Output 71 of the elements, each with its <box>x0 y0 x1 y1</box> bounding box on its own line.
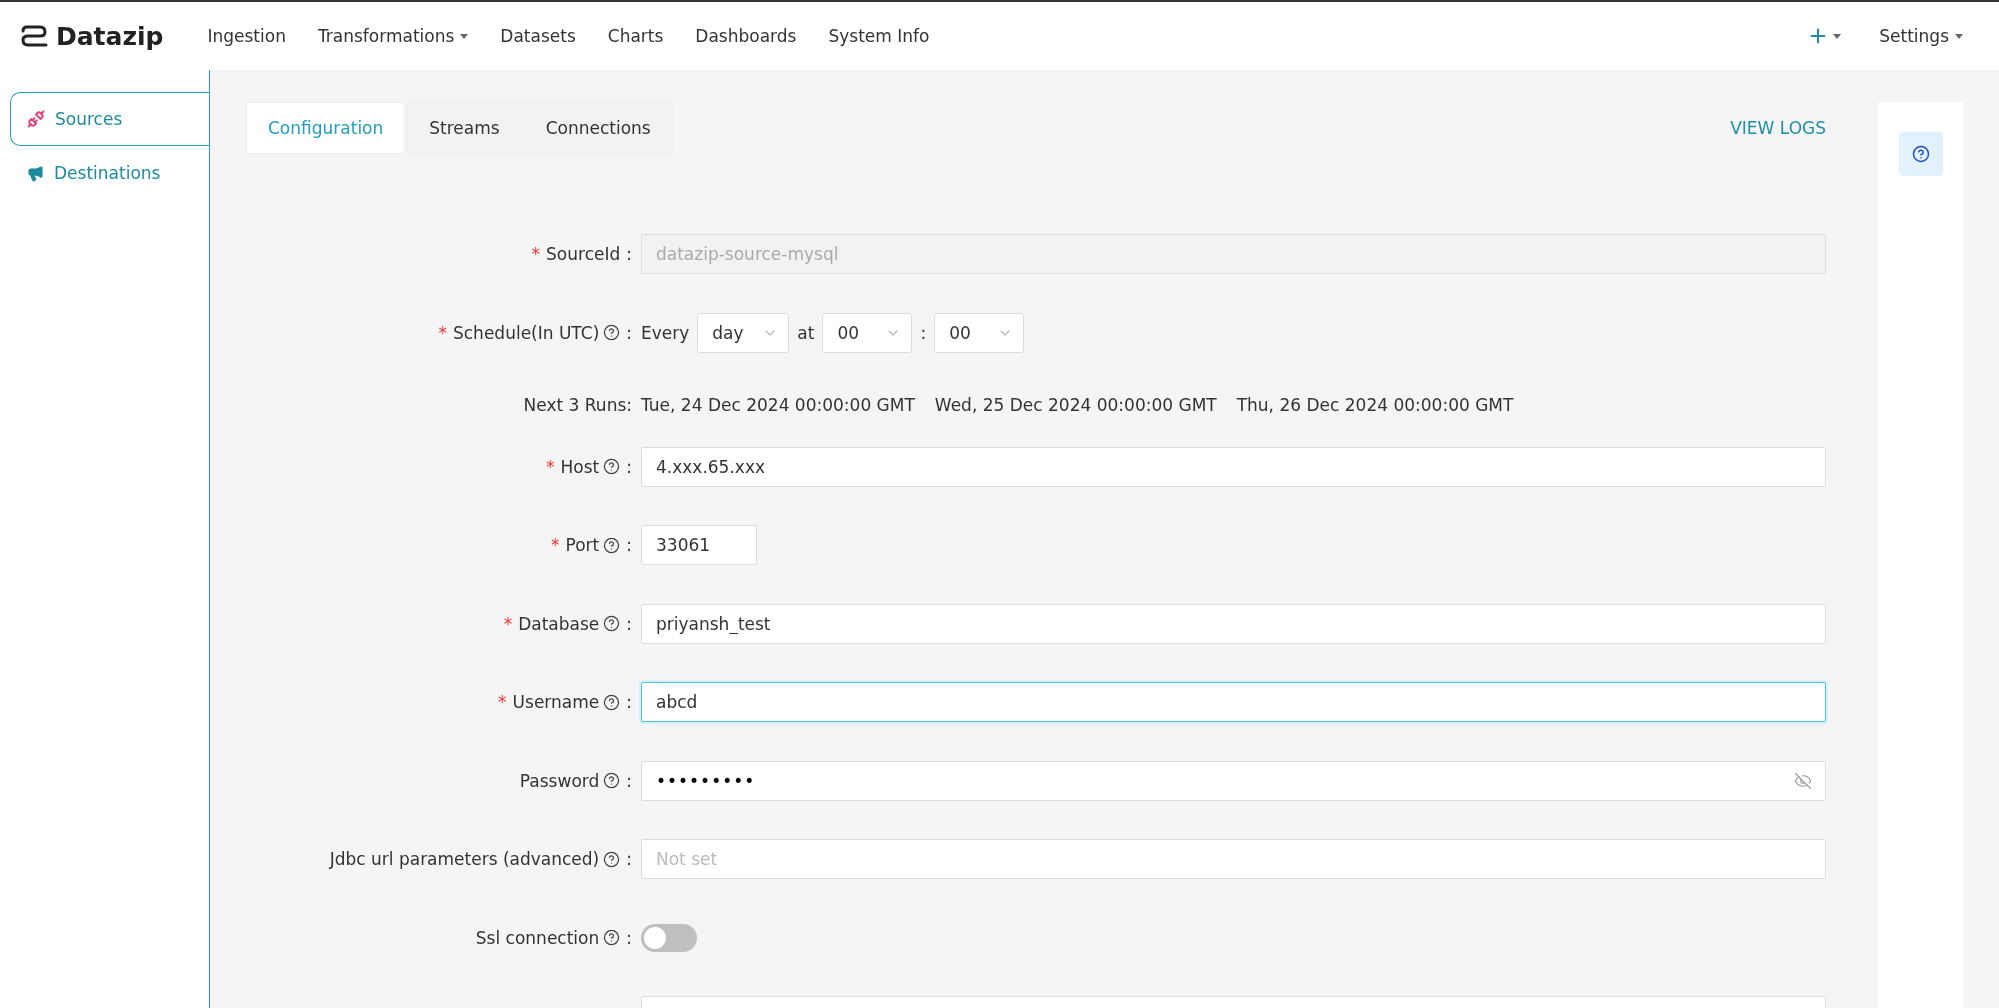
colon: : <box>626 244 632 264</box>
caret-icon <box>1833 33 1842 39</box>
text-field[interactable]: 4.xxx.65.xxx <box>641 446 1826 487</box>
schedule-text: at <box>797 322 815 343</box>
schedule-text: Every <box>641 322 690 343</box>
text-field[interactable]: Not set <box>641 839 1826 879</box>
colon: : <box>626 692 632 712</box>
required-mark: * <box>546 456 555 477</box>
field-label: Password <box>519 770 600 791</box>
hour-select[interactable]: 00 <box>822 312 913 353</box>
colon: : <box>626 849 632 869</box>
nav-link[interactable]: System Info <box>812 26 946 46</box>
separator: : <box>920 322 927 343</box>
nav-link[interactable]: Transformations <box>301 26 485 46</box>
help-icon[interactable] <box>603 615 621 632</box>
help-icon[interactable] <box>603 536 621 554</box>
help-icon[interactable] <box>603 458 621 475</box>
eye-off-icon[interactable] <box>1794 771 1812 790</box>
nav-link[interactable]: Datasets <box>484 26 592 46</box>
run-time: Tue, 24 Dec 2024 00:00:00 GMT <box>641 395 915 415</box>
field-label: Database <box>518 613 600 634</box>
field-label: Schedule(In UTC) <box>453 322 600 343</box>
field-label: Username <box>512 692 600 712</box>
caret-icon <box>1955 33 1963 39</box>
run-time: Thu, 26 Dec 2024 00:00:00 GMT <box>1236 395 1514 415</box>
colon: : <box>626 770 632 791</box>
field-label: Host <box>560 456 600 477</box>
nav-link[interactable]: Ingestion <box>191 26 302 46</box>
required-mark: * <box>551 535 560 555</box>
tab[interactable]: Streams <box>408 103 521 153</box>
colon: : <box>626 927 632 948</box>
required-mark: * <box>503 613 513 634</box>
field-label: Port <box>565 535 600 555</box>
sidebar-item[interactable]: Sources <box>10 92 209 146</box>
run-time: Wed, 25 Dec 2024 00:00:00 GMT <box>934 395 1217 415</box>
help-button[interactable] <box>1898 132 1943 176</box>
nav-link[interactable]: Charts <box>591 26 680 46</box>
text-field[interactable]: 33061 <box>641 525 757 565</box>
required-mark: * <box>498 692 507 712</box>
settings-menu[interactable]: Settings <box>1863 26 1979 46</box>
view-logs-link[interactable]: VIEW LOGS <box>1730 118 1826 138</box>
caret-icon <box>460 33 469 39</box>
field-label: Ssl connection <box>475 927 600 948</box>
minute-select[interactable]: 00 <box>934 312 1025 353</box>
field-label: SourceId <box>546 244 621 264</box>
colon: : <box>626 456 632 477</box>
period-select[interactable]: day <box>697 312 790 353</box>
colon: : <box>626 322 632 343</box>
field-label: Jdbc url parameters (advanced) <box>329 849 600 869</box>
required-mark: * <box>531 244 541 264</box>
field-label: Next 3 Runs: <box>523 395 632 415</box>
help-icon[interactable] <box>603 929 621 946</box>
sidebar-item[interactable]: Destinations <box>10 146 209 200</box>
tab[interactable]: Connections <box>524 103 672 153</box>
text-field[interactable]: abcd <box>641 682 1826 722</box>
toggle-switch[interactable] <box>641 923 697 952</box>
colon: : <box>626 613 632 634</box>
help-icon[interactable] <box>603 850 621 868</box>
required-mark: * <box>438 322 447 343</box>
colon: : <box>626 535 632 555</box>
plug-icon <box>27 110 45 128</box>
nav-link[interactable]: Dashboards <box>679 26 813 46</box>
help-icon[interactable] <box>603 772 621 789</box>
megaphone-icon <box>27 164 44 182</box>
brand-name: Datazip <box>56 21 164 51</box>
help-icon[interactable] <box>603 693 621 711</box>
help-icon <box>1911 145 1930 163</box>
logo-icon <box>20 25 48 47</box>
password-field[interactable]: ••••••••• <box>641 760 1826 801</box>
text-field[interactable]: priyansh_test <box>641 603 1826 644</box>
help-icon[interactable] <box>603 324 621 341</box>
